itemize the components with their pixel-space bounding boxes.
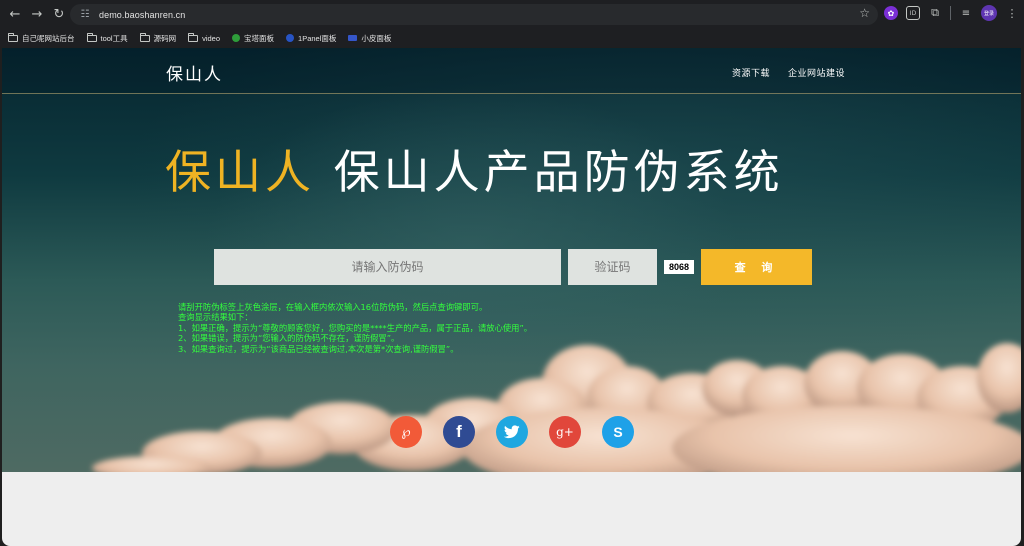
bookmark-label: 小皮面板 [361, 33, 392, 43]
more-menu-icon[interactable]: ⋮ [1005, 6, 1019, 20]
title-brand: 保山人 [165, 145, 315, 199]
extensions-area: ✿ ID ⧉ ≡ 登录 ⋮ [884, 5, 1019, 21]
pinterest-icon[interactable]: ℘ [390, 416, 422, 448]
bookmark-label: tool工具 [100, 33, 128, 43]
query-button[interactable]: 查 询 [701, 249, 812, 285]
folder-icon [188, 32, 199, 42]
web-page: 保山人 资源下载 企业网站建设 保山人 保山人产品防伪系统 8068 查 询 请… [2, 48, 1021, 546]
browser-toolbar: ← → ↻ ☷ demo.baoshanren.cn ☆ ✿ ID ⧉ ≡ 登录… [0, 0, 1024, 29]
nav-link-website-building[interactable]: 企业网站建设 [788, 66, 845, 79]
instruction-line: 1、如果正确，提示为“尊敬的顾客您好，您购买的是****生产的产品，属于正品，请… [178, 322, 533, 333]
bookmark-item[interactable]: video [188, 32, 221, 43]
bookmarks-bar: 自己呢网站后台 tool工具 源码网 video 宝塔面板 1Panel面板 小… [0, 29, 1024, 47]
nav-link-downloads[interactable]: 资源下载 [732, 66, 770, 79]
facebook-icon[interactable]: f [443, 416, 475, 448]
bookmark-label: 自己呢网站后台 [22, 33, 75, 43]
bookmark-item[interactable]: 宝塔面板 [232, 33, 274, 44]
twitter-bird-icon [504, 425, 520, 439]
extensions-puzzle-icon[interactable]: ⧉ [928, 6, 942, 20]
twitter-icon[interactable] [496, 416, 528, 448]
extension-purple-icon[interactable]: ✿ [884, 6, 898, 20]
bookmark-item[interactable]: 1Panel面板 [286, 33, 336, 44]
instruction-line: 3、如果查询过，提示为“该商品已经被查询过,本次是第*次查询,谨防假冒”。 [178, 343, 459, 354]
bookmark-item[interactable]: 源码网 [139, 32, 177, 44]
forward-icon[interactable]: → [26, 4, 48, 26]
bookmark-star-icon[interactable]: ☆ [859, 6, 870, 20]
title-text: 保山人产品防伪系统 [333, 145, 784, 199]
bookmark-item[interactable]: tool工具 [86, 32, 128, 44]
toolbar-divider [950, 6, 951, 20]
folder-icon [86, 32, 97, 42]
1panel-icon [286, 34, 295, 42]
bookmark-label: 源码网 [153, 33, 177, 43]
skype-icon[interactable]: S [602, 416, 634, 448]
instruction-line: 2、如果错误，提示为“您输入的防伪码不存在，谨防假冒”。 [178, 333, 400, 344]
media-controls-icon[interactable]: ≡ [959, 6, 973, 20]
address-bar[interactable]: ☷ demo.baoshanren.cn ☆ [70, 4, 878, 25]
url-text[interactable]: demo.baoshanren.cn [99, 10, 185, 20]
instructions-text: 请刮开防伪标签上灰色涂层，在输入框内依次输入16位防伪码，然后点查询键即可。 查… [178, 302, 532, 354]
extension-id-icon[interactable]: ID [906, 6, 920, 20]
captcha-input[interactable] [568, 249, 657, 285]
nav-links: 资源下载 企业网站建设 [732, 66, 845, 79]
bookmark-label: video [202, 33, 221, 43]
profile-avatar[interactable]: 登录 [981, 5, 997, 21]
xp-panel-icon [348, 35, 358, 41]
instruction-line: 查询显示结果如下： [178, 312, 253, 323]
folder-icon [139, 32, 150, 42]
site-info-icon[interactable]: ☷ [77, 7, 93, 23]
back-icon[interactable]: ← [4, 4, 26, 26]
site-navbar: 保山人 资源下载 企业网站建设 [2, 48, 1021, 94]
captcha-image[interactable]: 8068 [664, 260, 694, 274]
hero-section: 保山人 资源下载 企业网站建设 保山人 保山人产品防伪系统 8068 查 询 请… [2, 48, 1021, 472]
site-logo[interactable]: 保山人 [166, 60, 223, 85]
bt-panel-icon [232, 34, 241, 42]
anti-counterfeit-code-input[interactable] [214, 249, 561, 285]
google-plus-icon[interactable]: g+ [549, 416, 581, 448]
bookmark-label: 宝塔面板 [244, 33, 275, 43]
bookmark-item[interactable]: 自己呢网站后台 [8, 32, 75, 44]
page-title: 保山人 保山人产品防伪系统 [165, 136, 784, 202]
bookmark-label: 1Panel面板 [298, 33, 337, 43]
folder-icon [8, 32, 18, 42]
bookmark-item[interactable]: 小皮面板 [348, 33, 391, 44]
instruction-line: 请刮开防伪标签上灰色涂层，在输入框内依次输入16位防伪码，然后点查询键即可。 [178, 302, 488, 312]
reload-icon[interactable]: ↻ [48, 4, 70, 26]
